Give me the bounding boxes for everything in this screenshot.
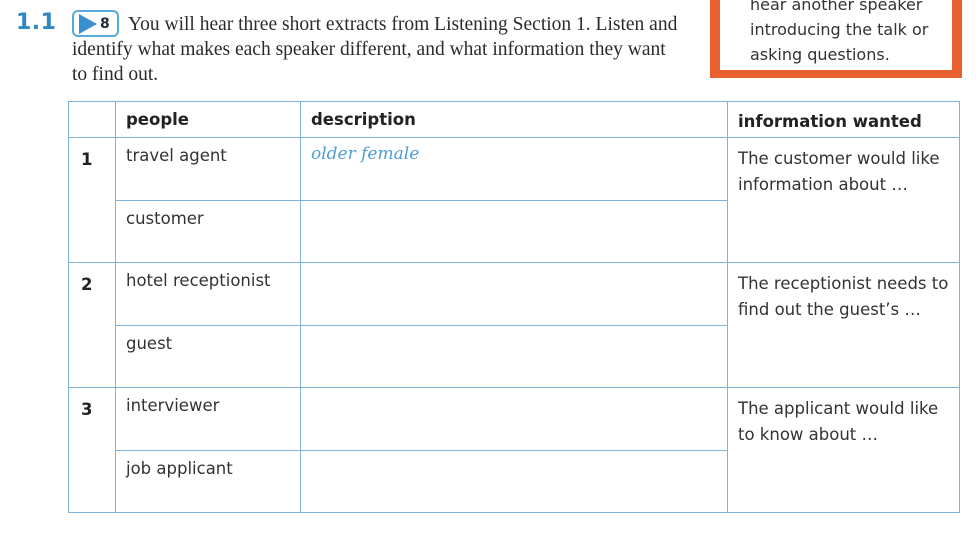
row-number: 3 <box>68 387 116 513</box>
exercise-number: 1.1 <box>16 10 57 35</box>
tip-line: hear another speaker <box>750 0 923 14</box>
handwritten-answer: older female <box>311 144 420 164</box>
information-cell: The applicant would like to know about … <box>727 387 960 513</box>
person-cell: customer <box>115 200 301 263</box>
table-row: 2 hotel receptionist The receptionist ne… <box>68 262 960 388</box>
row-number: 1 <box>68 137 116 263</box>
header-people: people <box>115 101 301 138</box>
tip-box: hear another speaker introducing the tal… <box>710 0 962 78</box>
tip-line: introducing the talk or <box>750 20 929 39</box>
description-field[interactable] <box>300 325 728 388</box>
person-cell: guest <box>115 325 301 388</box>
header-description: description <box>300 101 728 138</box>
tip-line: asking questions. <box>750 45 890 64</box>
person-cell: interviewer <box>115 387 301 451</box>
information-cell: The receptionist needs to find out the g… <box>727 262 960 388</box>
header-information-wanted: information wanted <box>727 101 960 138</box>
person-cell: travel agent <box>115 137 301 201</box>
listening-table: people description information wanted 1 … <box>68 101 960 513</box>
description-field[interactable] <box>300 262 728 326</box>
row-number: 2 <box>68 262 116 388</box>
information-cell: The customer would like information abou… <box>727 137 960 263</box>
tip-text: hear another speaker introducing the tal… <box>720 0 952 70</box>
table-header-row: people description information wanted <box>68 101 960 138</box>
exercise-instruction: You will hear three short extracts from … <box>72 14 678 85</box>
person-cell: job applicant <box>115 450 301 513</box>
description-field[interactable] <box>300 387 728 451</box>
table-row: 3 interviewer The applicant would like t… <box>68 387 960 513</box>
table-row: 1 travel agent older female The customer… <box>68 137 960 263</box>
person-cell: hotel receptionist <box>115 262 301 326</box>
description-field[interactable] <box>300 450 728 513</box>
description-field[interactable]: older female <box>300 137 728 201</box>
description-field[interactable] <box>300 200 728 263</box>
header-number <box>68 101 116 138</box>
